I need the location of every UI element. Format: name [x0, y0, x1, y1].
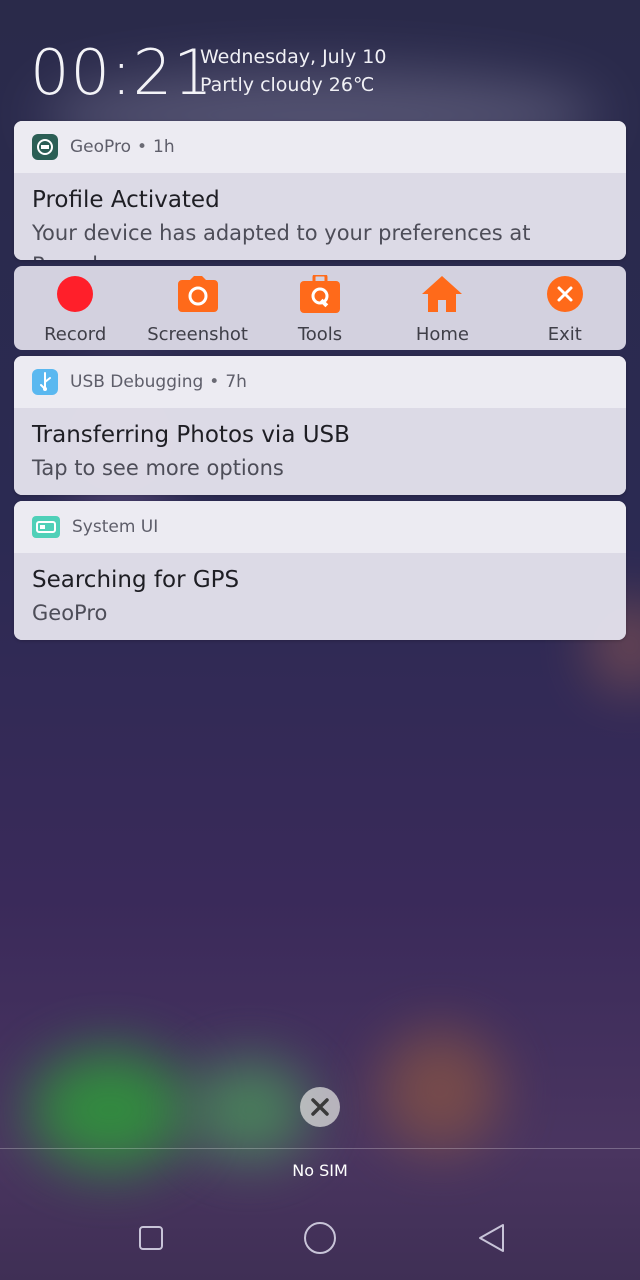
exit-label: Exit [547, 324, 582, 345]
toolbox-icon [300, 274, 341, 314]
home-label: Home [415, 324, 469, 345]
wallpaper-blur-app [190, 1060, 310, 1160]
divider [0, 1148, 640, 1149]
wallpaper-blur-app [30, 1050, 190, 1170]
home-nav-button[interactable] [302, 1220, 338, 1256]
notification-text: Tap to see more options [32, 456, 284, 480]
notification-app-name: GeoPro [70, 137, 132, 157]
notification-app-name: USB Debugging [70, 372, 204, 392]
geopro-icon [32, 134, 58, 160]
house-icon [422, 274, 463, 314]
notification-age: 1h [153, 137, 175, 157]
notification-text: Your device has adapted to your preferen… [32, 221, 531, 260]
lockscreen-clock: 00:21 [30, 36, 214, 109]
tools-button[interactable]: Tools [259, 266, 381, 350]
floating-toolbar: Record Screenshot Tools Home Exit [14, 266, 626, 350]
lockscreen-weather: Partly cloudy 26℃ [200, 74, 375, 96]
notification-content: Profile Activated Your device has adapte… [14, 173, 626, 260]
recent-apps-button[interactable] [133, 1220, 169, 1256]
notification-title: Transferring Photos via USB [32, 422, 350, 448]
square-icon [139, 1226, 163, 1250]
notification-header: GeoPro • 1h [14, 121, 626, 173]
record-button[interactable]: Record [14, 266, 136, 350]
notification-age: 7h [225, 372, 247, 392]
usb-icon [32, 369, 58, 395]
notification-content: Transferring Photos via USB Tap to see m… [14, 408, 626, 495]
record-label: Record [44, 324, 107, 345]
screenshot-label: Screenshot [147, 324, 248, 345]
navigation-bar [0, 1208, 640, 1268]
back-button[interactable] [473, 1220, 509, 1256]
notification-title: Searching for GPS [32, 567, 240, 593]
system-ui-icon [32, 516, 60, 538]
separator-dot: • [209, 372, 220, 392]
circle-icon [304, 1222, 336, 1254]
notification-content: Searching for GPS GeoPro [14, 553, 626, 640]
wallpaper-blur-app [380, 1030, 500, 1150]
tools-label: Tools [297, 324, 343, 345]
separator-dot: • [137, 137, 148, 157]
exit-button[interactable]: Exit [504, 266, 626, 350]
screenshot-button[interactable]: Screenshot [136, 266, 258, 350]
notification-usb-debugging[interactable]: USB Debugging • 7h Transferring Photos v… [14, 356, 626, 495]
camera-icon [177, 274, 218, 314]
notification-title: Profile Activated [32, 187, 220, 213]
notification-text: GeoPro [32, 601, 108, 625]
notification-header: System UI [14, 501, 626, 553]
home-button[interactable]: Home [381, 266, 503, 350]
sim-status: No SIM [292, 1161, 348, 1180]
close-circle-icon [545, 274, 585, 314]
notification-header: USB Debugging • 7h [14, 356, 626, 408]
close-icon [311, 1098, 329, 1116]
clear-all-button[interactable] [300, 1087, 340, 1127]
notification-geopro[interactable]: GeoPro • 1h Profile Activated Your devic… [14, 121, 626, 260]
back-triangle-icon [479, 1224, 504, 1252]
notification-system-ui[interactable]: System UI Searching for GPS GeoPro [14, 501, 626, 640]
record-icon [55, 274, 95, 314]
notification-app-name: System UI [72, 517, 159, 537]
lockscreen-date: Wednesday, July 10 [200, 46, 387, 68]
